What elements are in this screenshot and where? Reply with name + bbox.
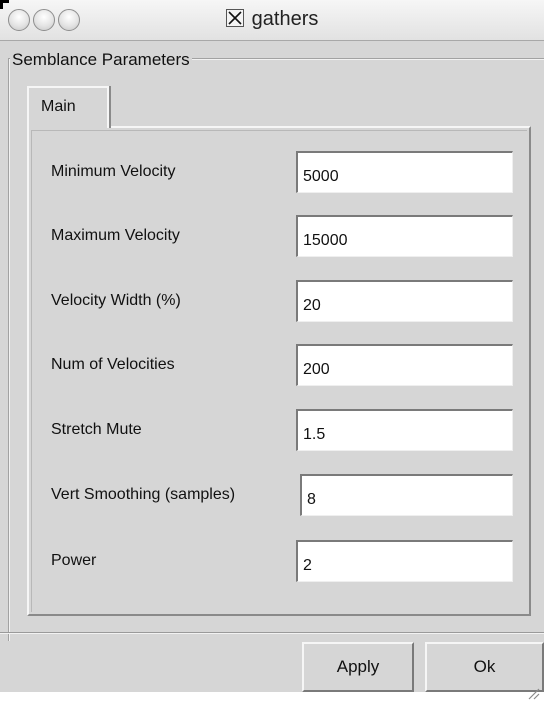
num-of-velocities-input[interactable] (296, 344, 513, 386)
x11-icon (225, 8, 244, 27)
dialog-window: gathers Semblance Parameters Main Minimu… (0, 0, 544, 700)
field-label: Num of Velocities (51, 356, 175, 373)
stretch-mute-input[interactable] (296, 409, 513, 451)
power-input[interactable] (296, 540, 513, 582)
title-bar[interactable]: gathers (0, 0, 544, 41)
tab-main[interactable]: Main (27, 86, 109, 128)
field-row-minimum-velocity: Minimum Velocity (29, 151, 533, 195)
field-label: Maximum Velocity (51, 227, 180, 244)
field-label: Minimum Velocity (51, 163, 176, 180)
window-title-area: gathers (0, 8, 544, 31)
maximum-velocity-input[interactable] (296, 215, 513, 257)
field-row-velocity-width: Velocity Width (%) (29, 280, 533, 324)
field-row-maximum-velocity: Maximum Velocity (29, 215, 533, 259)
apply-button[interactable]: Apply (302, 642, 414, 692)
field-row-vert-smoothing: Vert Smoothing (samples) (29, 474, 533, 518)
resize-grip-icon[interactable] (524, 672, 540, 700)
ok-button[interactable]: Ok (425, 642, 544, 700)
field-label: Vert Smoothing (samples) (51, 486, 236, 503)
field-row-num-of-velocities: Num of Velocities (29, 344, 533, 388)
velocity-width-input[interactable] (296, 280, 513, 322)
tab-main-label: Main (41, 98, 76, 115)
ok-button-label: Ok (473, 657, 496, 676)
window-title: gathers (251, 8, 319, 30)
field-row-power: Power (29, 540, 533, 584)
field-row-stretch-mute: Stretch Mute (29, 409, 533, 453)
field-label: Stretch Mute (51, 421, 142, 438)
minimum-velocity-input[interactable] (296, 151, 513, 193)
field-label: Power (51, 552, 97, 569)
field-label: Velocity Width (%) (51, 292, 181, 309)
vert-smoothing-input[interactable] (300, 474, 513, 516)
separator-highlight (0, 633, 544, 634)
tab-panel-main: Minimum Velocity Maximum Velocity Veloci… (27, 126, 531, 616)
group-label: Semblance Parameters (10, 50, 192, 70)
